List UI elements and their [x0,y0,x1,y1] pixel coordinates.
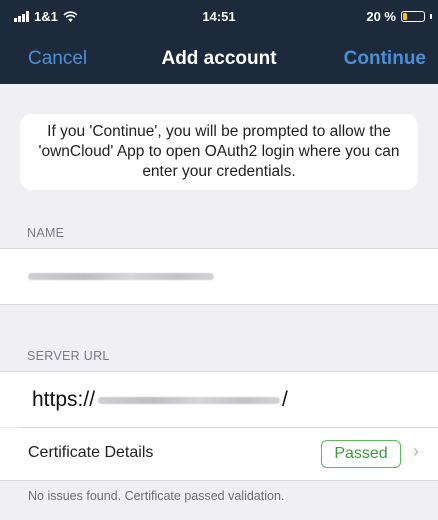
name-section-header: NAME [27,226,65,240]
battery-tip [430,14,432,19]
battery-percentage: 20 % [366,9,396,24]
divider [0,480,438,481]
url-prefix: https:// [32,388,96,411]
name-value-redacted [28,273,214,280]
certificate-details-label: Certificate Details [28,444,154,461]
status-right: 20 % [366,9,432,24]
name-field[interactable] [0,249,438,304]
server-url-section-header: SERVER URL [27,349,110,363]
oauth-info-card: If you 'Continue', you will be prompted … [20,114,418,190]
status-bar: 1&1 14:51 20 % [0,0,438,34]
certificate-status-badge: Passed [321,440,401,468]
server-url-field[interactable]: https:// / [0,372,438,427]
navigation-bar: Cancel Add account Continue [0,34,438,84]
certificate-note: No issues found. Certificate passed vali… [28,489,285,503]
url-suffix: / [282,388,288,411]
certificate-details-row[interactable]: Certificate Details Passed › [0,428,438,480]
continue-button[interactable]: Continue [344,48,426,70]
battery-icon [401,11,425,22]
server-url-value: https:// / [32,388,288,412]
url-host-redacted [98,396,281,404]
divider [0,304,438,305]
chevron-right-icon: › [413,441,419,461]
